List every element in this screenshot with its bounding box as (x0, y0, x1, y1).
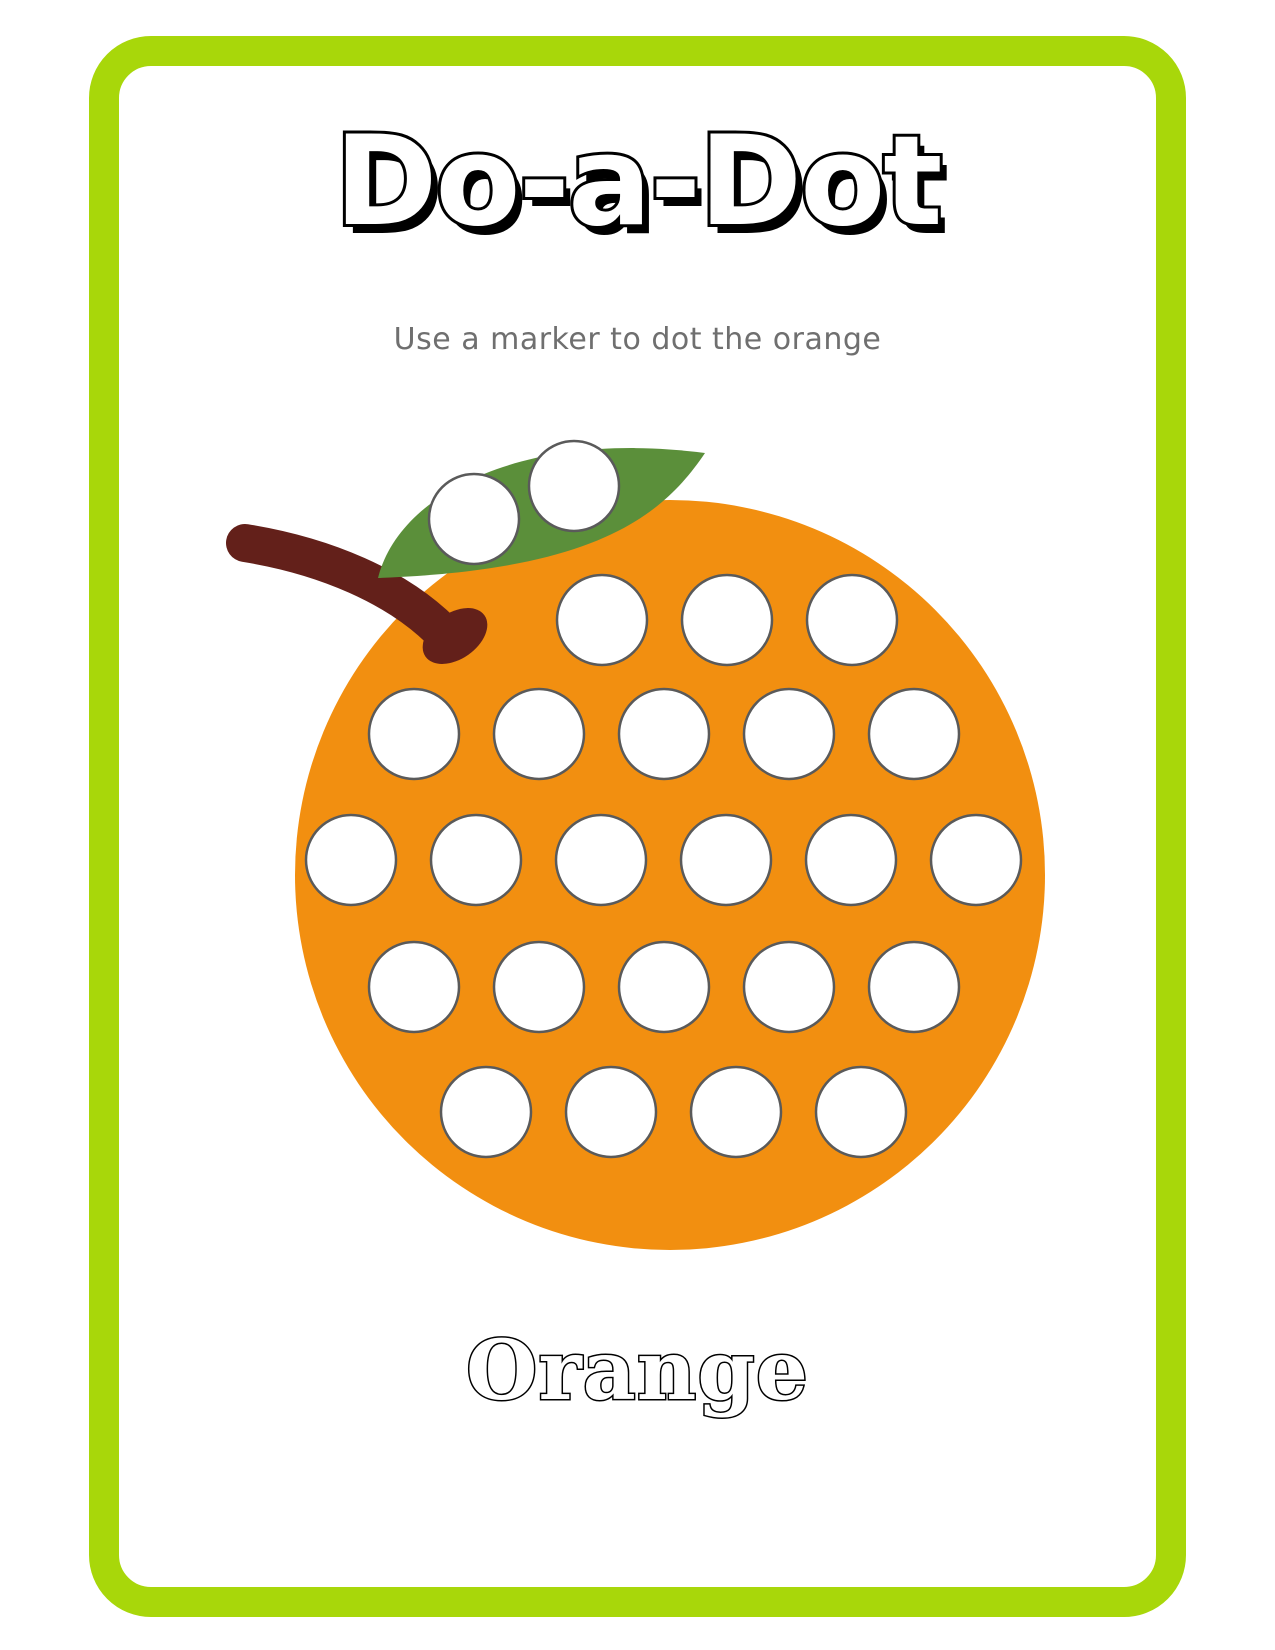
dot-circle (429, 813, 523, 907)
leaf-dot-circle (527, 439, 621, 533)
dot-circle (617, 687, 711, 781)
dot-circle (679, 813, 773, 907)
dot-circle (814, 1065, 908, 1159)
dot-circle (555, 573, 649, 667)
dot-circle (554, 813, 648, 907)
leaf-dot-circle (427, 472, 521, 566)
dot-circle (492, 687, 586, 781)
dot-circle (617, 940, 711, 1034)
fruit-label: Orange (465, 1323, 810, 1419)
dot-circle (680, 573, 774, 667)
dot-circle (742, 940, 836, 1034)
dot-circle (689, 1065, 783, 1159)
dot-circle (804, 813, 898, 907)
dot-circle (492, 940, 586, 1034)
dot-circle (564, 1065, 658, 1159)
dot-circle (867, 687, 961, 781)
dot-circle (367, 687, 461, 781)
dot-circle (867, 940, 961, 1034)
dot-circle (929, 813, 1023, 907)
dot-circle (805, 573, 899, 667)
dot-circle (367, 940, 461, 1034)
dot-circle (742, 687, 836, 781)
dot-circle (304, 813, 398, 907)
dot-circle (439, 1065, 533, 1159)
